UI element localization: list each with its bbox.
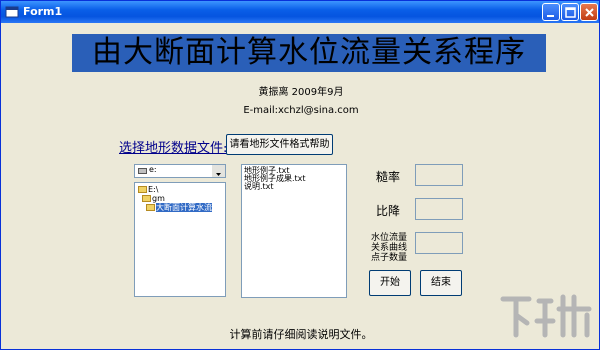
maximize-button[interactable] [561,3,579,21]
author-email: E-mail:xchzl@sina.com [243,105,359,116]
app-icon [5,6,19,18]
select-terrain-file-label[interactable]: 选择地形数据文件: [119,137,227,156]
chevron-down-icon[interactable] [212,165,225,177]
drive-icon [138,168,147,174]
end-button[interactable]: 结束 [420,270,462,296]
close-icon [585,8,594,17]
close-button[interactable] [580,3,598,21]
roughness-input[interactable] [415,164,463,186]
program-title-banner: 由大断面计算水位流量关系程序 [72,34,546,72]
program-title: 由大断面计算水位流量关系程序 [92,35,526,70]
maximize-icon [565,7,576,18]
directory-item-label: gm [152,194,165,203]
directory-item-selected[interactable]: 大断面计算水流 [146,203,212,213]
folder-open-icon [142,195,151,202]
minimize-button[interactable] [542,3,560,21]
title-bar[interactable]: Form1 [1,1,599,23]
points-label: 水位流量 关系曲线 点子数量 [369,233,409,263]
start-button[interactable]: 开始 [369,270,411,296]
folder-open-icon [146,204,155,211]
drive-select[interactable]: e: [134,164,226,178]
points-label-line-2: 关系曲线 [370,243,407,253]
main-window: Form1 由大断面计算水位流量关系程序 黄振离 2009年9月 E-mail:… [0,0,600,350]
window-title: Form1 [23,5,63,18]
watermark-logo-icon [500,294,592,338]
directory-list[interactable]: E:\ gm 大断面计算水流 [134,182,226,297]
roughness-label: 糙率 [375,170,400,184]
directory-item-label: E:\ [148,185,159,194]
slope-input[interactable] [415,198,463,220]
points-label-line-1: 水位流量 [370,233,407,243]
points-label-line-3: 点子数量 [370,253,407,263]
folder-open-icon [138,186,147,193]
directory-item-label: 大断面计算水流 [156,203,212,212]
drive-value: e: [149,165,157,174]
slope-label: 比降 [375,204,400,218]
file-item[interactable]: 说明.txt [244,183,274,191]
file-list[interactable]: 地形例子.txt 地形例子成果.txt 说明.txt [241,164,347,298]
minimize-icon [547,15,554,17]
points-count-input[interactable] [415,232,463,254]
author-line: 黄振离 2009年9月 [258,87,344,98]
terrain-format-help-button[interactable]: 请看地形文件格式帮助 [226,134,333,155]
watermark [499,291,597,341]
